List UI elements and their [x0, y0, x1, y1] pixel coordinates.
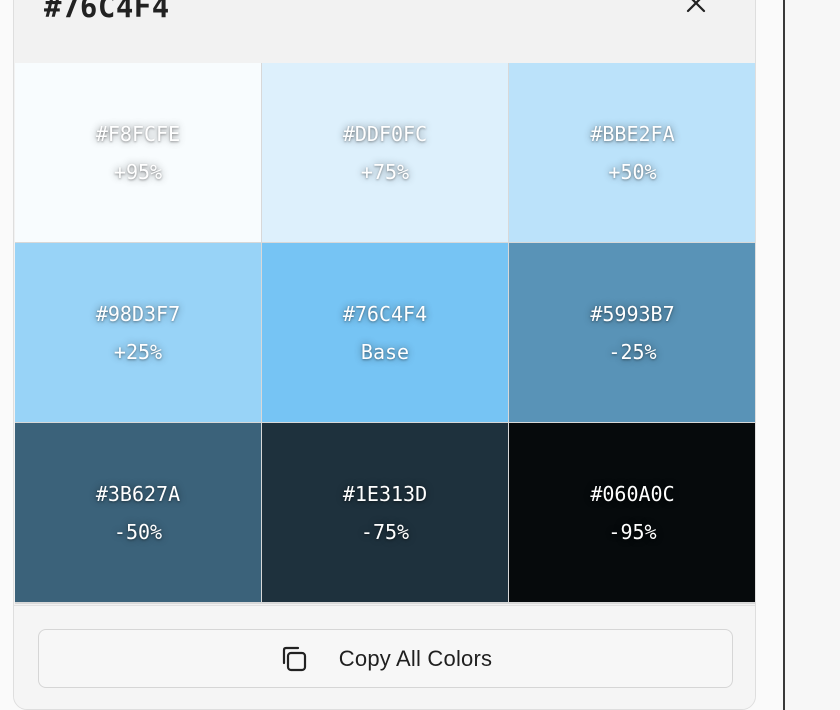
- adjacent-panel: [785, 0, 840, 710]
- copy-all-colors-label: Copy All Colors: [338, 645, 493, 671]
- swatch-percent: -75%: [360, 519, 410, 544]
- close-button[interactable]: [678, 0, 714, 23]
- swatch-hex: #98D3F7: [95, 301, 181, 326]
- swatch-hex: #3B627A: [95, 481, 181, 506]
- swatch-percent: +75%: [360, 159, 410, 184]
- close-icon: [684, 0, 708, 20]
- swatch-percent: Base: [360, 339, 410, 364]
- swatch-percent: -50%: [113, 519, 163, 544]
- swatch-hex: #060A0C: [590, 481, 675, 506]
- swatch-hex: #F8FCFE: [95, 121, 181, 146]
- swatch-grid: #F8FCFE +95% #DDF0FC +75% #BBE2FA +50% #…: [15, 63, 755, 604]
- panel-header: #76C4F4: [14, 0, 755, 63]
- copy-icon: [279, 644, 309, 674]
- panel-title: #76C4F4: [44, 0, 170, 24]
- swatch-hex: #5993B7: [590, 301, 675, 326]
- swatch-tint-50[interactable]: #BBE2FA +50%: [509, 63, 755, 242]
- swatch-percent: +50%: [608, 159, 657, 184]
- swatch-shade-25[interactable]: #5993B7 -25%: [509, 243, 755, 422]
- swatch-shade-95[interactable]: #060A0C -95%: [509, 423, 755, 602]
- swatch-hex: #1E313D: [342, 481, 428, 506]
- swatch-hex: #BBE2FA: [590, 121, 675, 146]
- swatch-percent: +25%: [113, 339, 163, 364]
- swatch-tint-75[interactable]: #DDF0FC +75%: [262, 63, 508, 242]
- swatch-shade-50[interactable]: #3B627A -50%: [15, 423, 261, 602]
- color-palette-panel: #76C4F4 #F8FCFE +95% #DDF0FC +75% #BBE2F…: [13, 0, 756, 710]
- copy-all-colors-button[interactable]: Copy All Colors: [38, 629, 733, 688]
- swatch-percent: +95%: [113, 159, 163, 184]
- page: #76C4F4 #F8FCFE +95% #DDF0FC +75% #BBE2F…: [0, 0, 840, 710]
- swatch-hex: #DDF0FC: [342, 121, 428, 146]
- swatch-shade-75[interactable]: #1E313D -75%: [262, 423, 508, 602]
- swatch-hex: #76C4F4: [342, 301, 428, 326]
- swatch-percent: -95%: [608, 519, 657, 544]
- swatch-base[interactable]: #76C4F4 Base: [262, 243, 508, 422]
- swatch-percent: -25%: [608, 339, 657, 364]
- swatch-tint-25[interactable]: #98D3F7 +25%: [15, 243, 261, 422]
- panel-footer: Copy All Colors: [14, 605, 755, 709]
- swatch-tint-95[interactable]: #F8FCFE +95%: [15, 63, 261, 242]
